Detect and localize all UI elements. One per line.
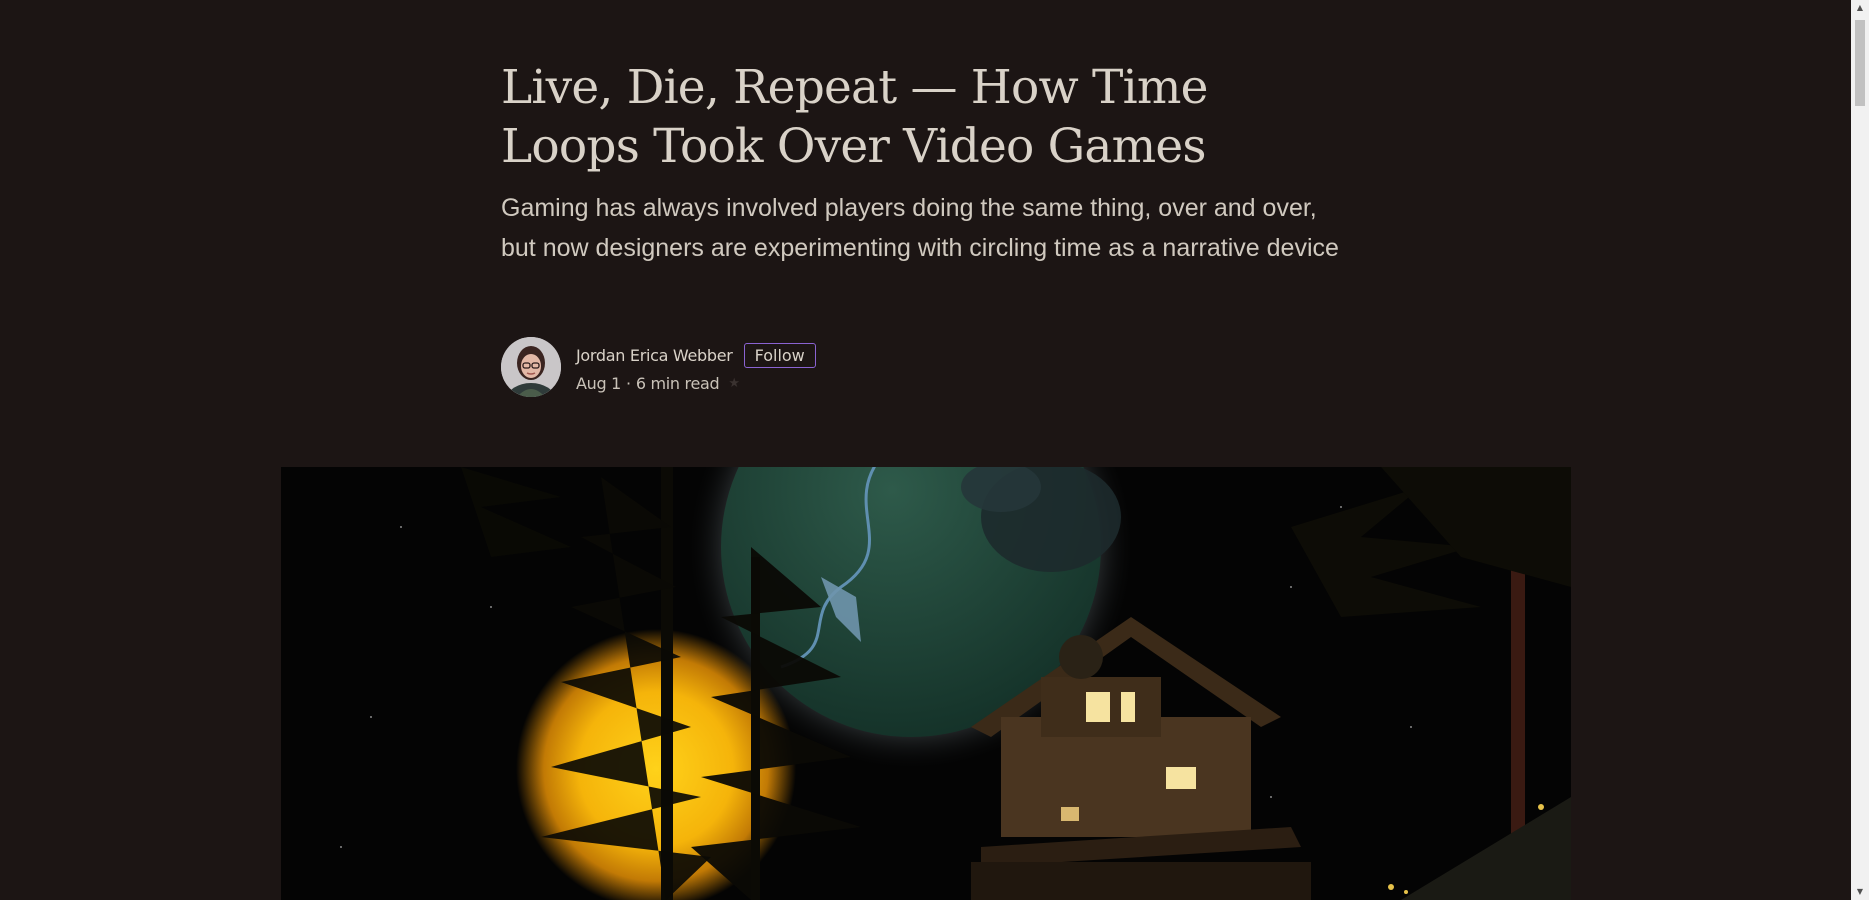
article-title: Live, Die, Repeat — How Time Loops Took …: [501, 60, 1208, 174]
member-star-icon: ★: [728, 375, 740, 391]
article-header: Live, Die, Repeat — How Time Loops Took …: [501, 58, 1341, 268]
article-subtitle: Gaming has always involved players doing…: [501, 194, 1339, 262]
author-name-link[interactable]: Jordan Erica Webber: [576, 346, 733, 365]
byline-meta: Jordan Erica Webber Follow Aug 1 · 6 min…: [576, 342, 816, 393]
scrollbar-thumb[interactable]: [1855, 20, 1865, 106]
follow-button[interactable]: Follow: [743, 343, 816, 368]
avatar-portrait: [501, 337, 561, 397]
post-info-row: Aug 1 · 6 min read ★: [576, 374, 816, 393]
hero-illustration: [281, 467, 1571, 900]
scroll-up-icon[interactable]: ▲: [1851, 0, 1869, 16]
meta-separator: ·: [626, 373, 631, 393]
vertical-scrollbar[interactable]: ▲ ▼: [1851, 0, 1869, 900]
post-date: Aug 1: [576, 373, 622, 393]
read-time: 6 min read: [635, 373, 720, 393]
author-row: Jordan Erica Webber Follow: [576, 342, 816, 370]
author-avatar[interactable]: [501, 337, 561, 397]
byline: Jordan Erica Webber Follow Aug 1 · 6 min…: [501, 337, 816, 397]
hero-image: [281, 467, 1571, 900]
scroll-down-icon[interactable]: ▼: [1851, 884, 1869, 900]
article-page: Live, Die, Repeat — How Time Loops Took …: [0, 0, 1851, 900]
